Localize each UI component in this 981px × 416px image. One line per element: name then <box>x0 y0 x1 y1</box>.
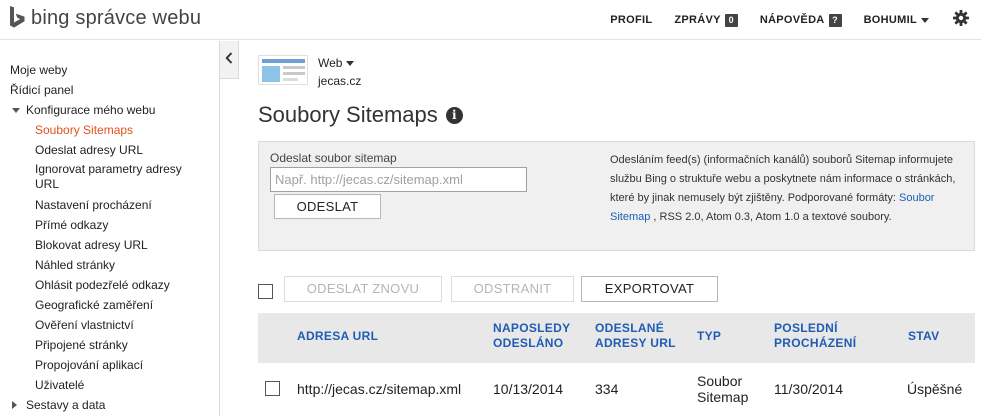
chevron-down-icon <box>921 17 929 23</box>
sidebar-item-submit-urls[interactable]: Odeslat adresy URL <box>0 140 219 160</box>
cell-url[interactable]: http://jecas.cz/sitemap.xml <box>297 381 461 397</box>
site-type-dropdown[interactable]: Web <box>318 56 355 70</box>
nav-user-label: BOHUMIL <box>863 14 917 26</box>
column-header-url[interactable]: ADRESA URL <box>297 329 378 344</box>
submit-sitemap-label: Odeslat soubor sitemap <box>270 151 397 165</box>
sidebar-item-reports-data[interactable]: Sestavy a data <box>0 395 219 415</box>
nav-help[interactable]: NÁPOVĚDA ? <box>759 13 842 27</box>
submit-sitemap-panel: Odeslat soubor sitemap ODESLAT Odesláním… <box>258 141 975 251</box>
column-header-last-submitted[interactable]: NAPOSLEDY ODESLÁNO <box>493 321 583 351</box>
sidebar-item-users[interactable]: Uživatelé <box>0 375 219 395</box>
sidebar-item-label: Přímé odkazy <box>35 218 109 232</box>
cell-last-submitted: 10/13/2014 <box>493 381 564 397</box>
submit-button[interactable]: ODESLAT <box>274 194 381 219</box>
sidebar-item-label: Náhled stránky <box>35 258 116 272</box>
app-name: bing správce webu <box>31 6 202 29</box>
sidebar-item-label: Sestavy a data <box>26 398 106 412</box>
sidebar-item-label: Geografické zaměření <box>35 298 154 312</box>
page-title-text: Soubory Sitemaps <box>258 102 438 127</box>
sidebar-item-label: Soubory Sitemaps <box>35 123 134 137</box>
sidebar-item-label: Ověření vlastnictví <box>35 318 134 332</box>
sidebar-item-label: Ignorovat parametry adresy URL <box>35 162 182 191</box>
column-header-urls-submitted[interactable]: ODESLANÉ ADRESY URL <box>595 321 690 351</box>
submit-description: Odesláním feed(s) (informačních kanálů) … <box>610 151 965 227</box>
sidebar-item-label: Ohlásit podezřelé odkazy <box>35 278 170 292</box>
nav-messages-label: ZPRÁVY <box>674 14 721 26</box>
top-header: bing správce webu PROFIL ZPRÁVY 0 NÁPOVĚ… <box>0 0 981 40</box>
resubmit-button[interactable]: ODESLAT ZNOVU <box>284 276 442 302</box>
cell-status: Úspěšné <box>907 381 963 397</box>
info-icon[interactable]: i <box>445 106 463 124</box>
cell-urls-submitted: 334 <box>595 381 619 397</box>
sidebar-item-label: Propojování aplikací <box>35 358 144 372</box>
sidebar-item-deep-links[interactable]: Přímé odkazy <box>0 215 219 235</box>
sidebar-item-connected-pages[interactable]: Připojené stránky <box>0 335 219 355</box>
cell-last-crawled: 11/30/2014 <box>774 381 844 397</box>
top-nav: PROFIL ZPRÁVY 0 NÁPOVĚDA ? BOHUMIL <box>610 0 981 40</box>
sidebar-item-label: Řídicí panel <box>10 83 74 97</box>
sidebar-item-label: Uživatelé <box>35 378 85 392</box>
messages-count-badge: 0 <box>724 13 738 27</box>
sidebar-item-label: Odeslat adresy URL <box>35 143 144 157</box>
sidebar-item-verify-ownership[interactable]: Ověření vlastnictví <box>0 315 219 335</box>
sidebar-item-ignore-url-parameters[interactable]: Ignorovat parametry adresy URL <box>0 160 200 195</box>
help-icon: ? <box>828 13 842 27</box>
nav-user-menu[interactable]: BOHUMIL <box>864 14 929 26</box>
nav-profile[interactable]: PROFIL <box>610 14 652 26</box>
export-button[interactable]: EXPORTOVAT <box>581 276 718 302</box>
sidebar: Moje weby Řídicí panel Konfigurace mého … <box>0 41 220 416</box>
submit-description-formats: , RSS 2.0, Atom 0.3, Atom 1.0 a textové … <box>650 211 892 223</box>
column-header-status[interactable]: STAV <box>908 329 939 344</box>
page-title: Soubory Sitemaps i <box>258 102 463 128</box>
sidebar-item-configure-site[interactable]: Konfigurace mého webu <box>0 100 219 120</box>
chevron-down-icon <box>346 60 355 66</box>
nav-profile-label: PROFIL <box>610 14 653 26</box>
chevron-left-icon <box>225 51 233 69</box>
gear-icon <box>953 9 969 30</box>
nav-messages[interactable]: ZPRÁVY 0 <box>674 13 738 27</box>
collapsed-triangle-icon <box>12 401 17 409</box>
delete-button[interactable]: ODSTRANIT <box>451 276 574 302</box>
sidebar-item-dashboard[interactable]: Řídicí panel <box>0 80 219 100</box>
site-thumbnail <box>258 55 308 85</box>
sidebar-item-sitemaps[interactable]: Soubory Sitemaps <box>0 120 219 140</box>
sidebar-item-label: Připojené stránky <box>35 338 128 352</box>
app-logo[interactable]: bing správce webu <box>8 6 201 30</box>
column-header-last-crawled[interactable]: POSLEDNÍ PROCHÁZENÍ <box>774 321 874 351</box>
table-row: http://jecas.cz/sitemap.xml 10/13/2014 3… <box>258 364 981 416</box>
sidebar-item-label: Blokovat adresy URL <box>35 238 148 252</box>
sidebar-item-label: Nastavení procházení <box>35 198 152 212</box>
sidebar-item-label: Konfigurace mého webu <box>26 103 156 117</box>
site-name: jecas.cz <box>318 74 362 88</box>
collapse-sidebar-button[interactable] <box>220 41 239 79</box>
table-header: ADRESA URL NAPOSLEDY ODESLÁNO ODESLANÉ A… <box>258 313 975 363</box>
sidebar-item-my-sites[interactable]: Moje weby <box>0 60 219 80</box>
cell-type: Soubor Sitemap <box>697 373 749 405</box>
sidebar-item-geo-targeting[interactable]: Geografické zaměření <box>0 295 219 315</box>
sidebar-item-block-urls[interactable]: Blokovat adresy URL <box>0 235 219 255</box>
column-header-type[interactable]: TYP <box>697 329 721 344</box>
select-all-checkbox[interactable] <box>258 284 273 299</box>
sidebar-item-app-linking[interactable]: Propojování aplikací <box>0 355 219 375</box>
sidebar-item-disavow-links[interactable]: Ohlásit podezřelé odkazy <box>0 275 219 295</box>
bing-logo-icon <box>8 6 26 30</box>
sidebar-item-label: Moje weby <box>10 63 68 77</box>
site-type-label: Web <box>318 56 343 70</box>
row-checkbox[interactable] <box>265 381 280 396</box>
sidebar-item-crawl-control[interactable]: Nastavení procházení <box>0 195 219 215</box>
settings-button[interactable] <box>953 9 969 31</box>
sitemap-url-input[interactable] <box>270 167 527 192</box>
nav-help-label: NÁPOVĚDA <box>759 14 825 26</box>
sidebar-item-page-preview[interactable]: Náhled stránky <box>0 255 219 275</box>
expanded-triangle-icon <box>12 108 20 113</box>
